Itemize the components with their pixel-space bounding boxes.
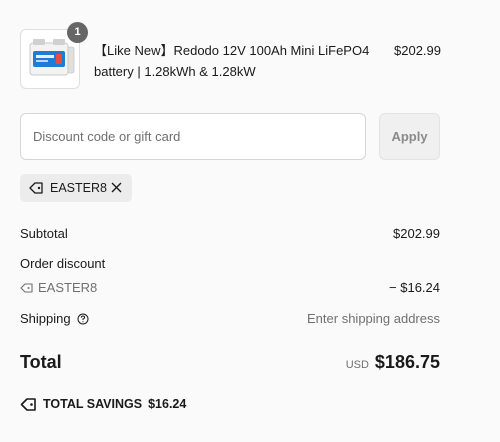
discount-code-label: EASTER8 bbox=[38, 280, 98, 295]
tag-icon bbox=[29, 182, 43, 194]
total-value: $186.75 bbox=[374, 352, 440, 372]
total-label: Total bbox=[20, 352, 62, 372]
shipping-label: Shipping bbox=[20, 311, 71, 326]
apply-button[interactable]: Apply bbox=[379, 113, 440, 160]
help-icon[interactable] bbox=[77, 313, 89, 325]
product-price: $202.99 bbox=[394, 43, 441, 58]
currency-code: USD bbox=[345, 359, 369, 371]
applied-discount-chip: EASTER8 bbox=[20, 174, 132, 202]
savings-label: TOTAL SAVINGS bbox=[43, 397, 143, 411]
quantity-badge: 1 bbox=[67, 22, 88, 43]
applied-code-label: EASTER8 bbox=[50, 181, 107, 195]
product-title: 【Like New】Redodo 12V 100Ah Mini LiFePO4 … bbox=[94, 43, 370, 79]
shipping-value: Enter shipping address bbox=[307, 311, 440, 326]
subtotal-value: $202.99 bbox=[393, 226, 440, 241]
subtotal-label: Subtotal bbox=[20, 226, 68, 241]
order-discount-label: Order discount bbox=[20, 256, 106, 271]
tag-icon bbox=[20, 397, 36, 411]
cart-line-item: 1 【Like New】Redodo 12V 100Ah Mini LiFePO… bbox=[20, 22, 441, 91]
savings-value: $16.24 bbox=[148, 397, 187, 411]
tag-icon bbox=[20, 283, 33, 293]
discount-code-input[interactable]: Discount code or gift card bbox=[20, 113, 366, 160]
close-icon[interactable] bbox=[110, 181, 123, 194]
discount-value: − $16.24 bbox=[389, 280, 440, 295]
total-savings: TOTAL SAVINGS $16.24 bbox=[20, 396, 186, 412]
